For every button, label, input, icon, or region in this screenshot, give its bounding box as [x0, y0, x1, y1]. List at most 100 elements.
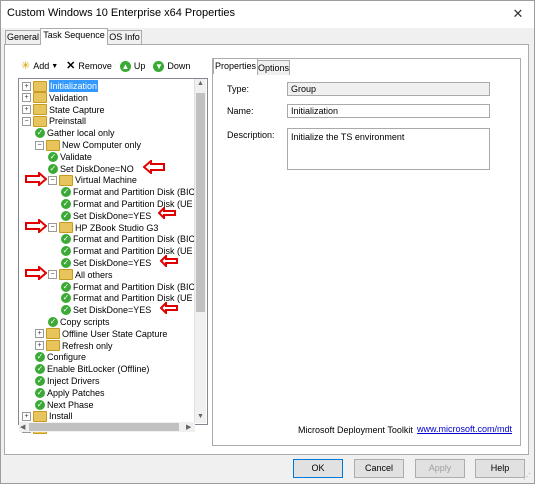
tree-node-label: Format and Partition Disk (BIC	[73, 234, 196, 245]
tree-horizontal-scrollbar[interactable]: ◀ ▶	[19, 422, 195, 432]
title-bar: Custom Windows 10 Enterprise x64 Propert…	[1, 1, 534, 28]
mdt-label: Microsoft Deployment Toolkit	[298, 425, 413, 435]
tree-node[interactable]: ✓ Enable BitLocker (Offline)	[35, 363, 149, 375]
tab-properties[interactable]: Properties	[213, 58, 258, 74]
annotation-arrow-icon	[158, 207, 176, 219]
scroll-right-icon[interactable]: ▶	[186, 423, 191, 431]
annotation-arrow-icon	[25, 219, 47, 233]
expand-toggle-icon[interactable]: +	[22, 105, 31, 115]
expand-toggle-icon[interactable]: +	[35, 329, 44, 339]
name-field[interactable]: Initialization	[287, 104, 490, 118]
up-label: Up	[133, 61, 146, 71]
tree-node-label: Initialization	[49, 80, 99, 92]
folder-icon	[46, 328, 60, 340]
expand-toggle-icon[interactable]: −	[48, 223, 57, 233]
remove-button[interactable]: ✕ Remove	[66, 60, 112, 72]
add-button[interactable]: ✳ Add ▼	[21, 59, 58, 72]
mdt-link[interactable]: www.microsoft.com/mdt	[417, 424, 512, 434]
tree-node[interactable]: ✓ Set DiskDone=YES	[61, 304, 151, 316]
down-button[interactable]: ▼ Down	[153, 60, 190, 72]
tree-node[interactable]: + Validation	[22, 92, 88, 104]
tree-node[interactable]: ✓ Next Phase	[35, 399, 94, 411]
folder-icon	[59, 222, 73, 234]
tree-node-label: Inject Drivers	[47, 376, 100, 386]
tree-node[interactable]: ✓ Gather local only	[35, 127, 115, 139]
checkmark-icon: ✓	[35, 352, 45, 363]
vertical-scroll-thumb[interactable]	[196, 93, 205, 312]
name-label: Name:	[227, 106, 254, 116]
expand-toggle-icon[interactable]: +	[22, 93, 31, 103]
folder-icon	[33, 80, 47, 92]
apply-button[interactable]: Apply	[415, 459, 465, 478]
horizontal-scroll-thumb[interactable]	[29, 423, 179, 431]
tab-os-info[interactable]: OS Info	[107, 30, 142, 44]
close-icon[interactable]: ✕	[506, 3, 530, 25]
tree-node[interactable]: ✓ Inject Drivers	[35, 375, 100, 387]
tree-node[interactable]: ✓ Set DiskDone=YES	[61, 257, 151, 269]
tree-node[interactable]: ✓ Set DiskDone=YES	[61, 210, 151, 222]
checkmark-icon: ✓	[35, 399, 45, 410]
ok-button[interactable]: OK	[293, 459, 343, 478]
checkmark-icon: ✓	[35, 128, 45, 139]
scroll-up-icon[interactable]: ▲	[197, 80, 204, 87]
checkmark-icon: ✓	[35, 387, 45, 398]
tree-node[interactable]: + Offline User State Capture	[35, 328, 167, 340]
checkmark-icon: ✓	[48, 317, 58, 327]
tree-node[interactable]: ✓ Format and Partition Disk (BIC	[61, 186, 195, 198]
tree-node[interactable]: − Preinstall	[22, 115, 86, 127]
tree-node[interactable]: ✓ Set DiskDone=NO	[48, 163, 134, 175]
tree-node-label: Set DiskDone=YES	[73, 305, 152, 316]
tree-node[interactable]: ✓ Format and Partition Disk (BIC	[61, 233, 195, 245]
tree-node-label: Format and Partition Disk (BIC	[73, 187, 196, 198]
expand-toggle-icon[interactable]: −	[22, 116, 31, 126]
tree-node-label: Gather local only	[47, 128, 115, 139]
folder-icon	[33, 410, 47, 422]
tab-task-sequence[interactable]: Task Sequence	[40, 28, 108, 45]
tree-node[interactable]: − Virtual Machine	[48, 174, 137, 186]
type-field: Group	[287, 82, 490, 96]
tab-options[interactable]: Options	[257, 60, 290, 75]
tab-general[interactable]: General	[5, 30, 41, 44]
tree-node[interactable]: ✓ Configure	[35, 351, 86, 363]
add-label: Add	[33, 61, 50, 71]
checkmark-icon: ✓	[35, 376, 45, 386]
help-button[interactable]: Help	[475, 459, 525, 478]
add-star-icon: ✳	[21, 59, 31, 72]
tree-node-label: HP ZBook Studio G3	[75, 222, 159, 233]
tree-node[interactable]: − HP ZBook Studio G3	[48, 222, 158, 234]
tree-node[interactable]: ✓ Copy scripts	[48, 316, 110, 328]
description-field[interactable]: Initialize the TS environment	[287, 128, 490, 170]
checkmark-icon: ✓	[61, 258, 71, 268]
expand-toggle-icon[interactable]: −	[48, 270, 57, 280]
tree-node[interactable]: ✓ Validate	[48, 151, 92, 163]
annotation-arrow-icon	[143, 160, 165, 174]
expand-toggle-icon[interactable]: −	[48, 175, 57, 185]
resize-grip-icon[interactable]: ⋰	[523, 472, 531, 481]
expand-toggle-icon[interactable]: −	[35, 140, 44, 150]
down-arrow-icon: ▼	[153, 60, 165, 72]
tree-node[interactable]: + Refresh only	[35, 340, 113, 352]
tree-vertical-scrollbar[interactable]: ▲ ▼	[194, 79, 206, 423]
tree-node-label: Set DiskDone=NO	[60, 163, 134, 174]
tree-node[interactable]: + Initialization	[22, 80, 99, 92]
expand-toggle-icon[interactable]: +	[35, 341, 44, 351]
description-label: Description:	[227, 130, 275, 140]
cancel-button[interactable]: Cancel	[354, 459, 404, 478]
up-button[interactable]: ▲ Up	[119, 60, 146, 72]
tab-options-label: Options	[258, 63, 290, 73]
expand-toggle-icon[interactable]: +	[22, 81, 31, 91]
scroll-left-icon[interactable]: ◀	[20, 423, 25, 431]
tree-node-label: Format and Partition Disk (BIC	[73, 281, 196, 292]
expand-toggle-icon[interactable]: +	[22, 411, 31, 421]
tab-task-sequence-label: Task Sequence	[43, 30, 105, 40]
tree-node[interactable]: − New Computer only	[35, 139, 141, 151]
tree-node[interactable]: − All others	[48, 269, 113, 281]
type-label: Type:	[227, 84, 250, 94]
tree-node[interactable]: ✓ Apply Patches	[35, 387, 105, 399]
checkmark-icon: ✓	[61, 305, 71, 316]
scroll-down-icon[interactable]: ▼	[197, 413, 204, 420]
tree-node-label: New Computer only	[62, 140, 142, 150]
tree-node[interactable]: + Install	[22, 410, 73, 422]
tree-node[interactable]: + State Capture	[22, 104, 105, 116]
tree-node[interactable]: ✓ Format and Partition Disk (BIC	[61, 281, 195, 293]
